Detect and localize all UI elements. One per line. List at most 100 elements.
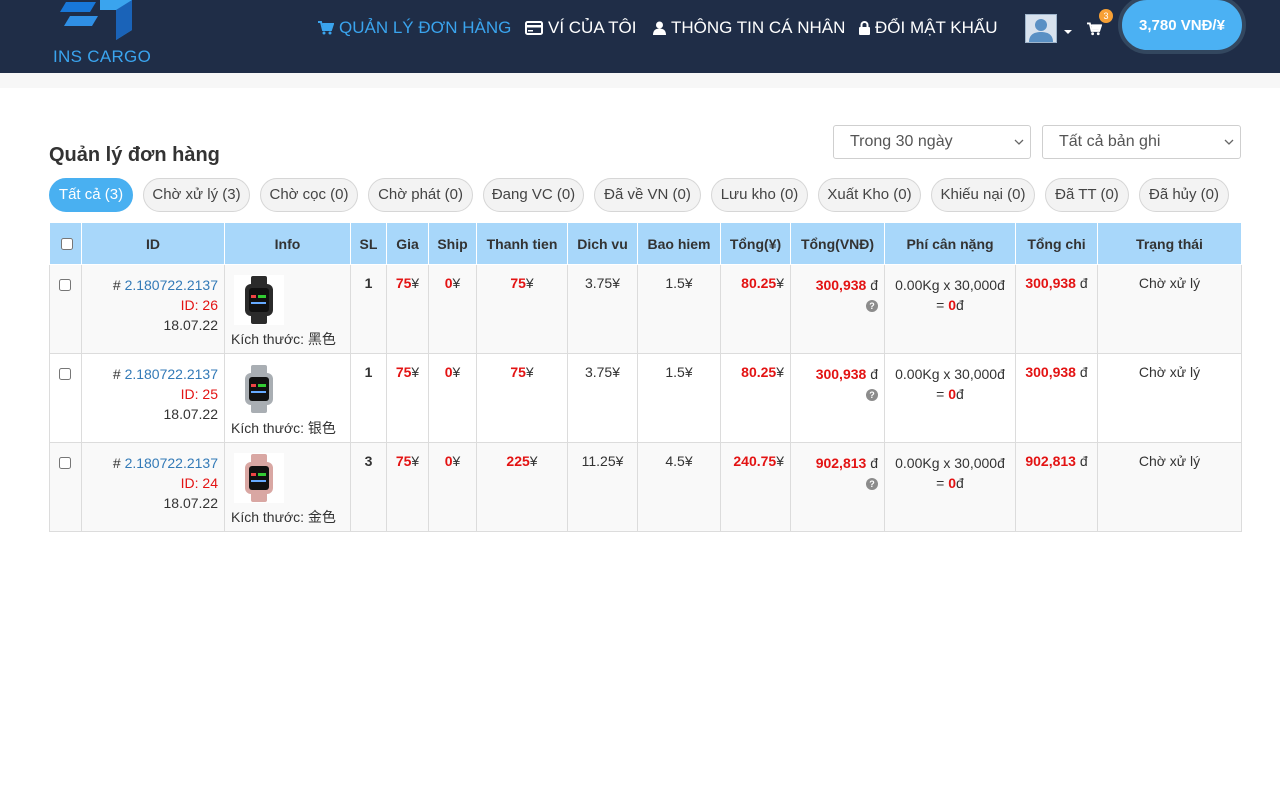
order-date: 18.07.22 [163,495,219,511]
question-circle-icon[interactable]: ? [866,478,878,491]
product-image[interactable] [234,364,284,414]
hash-mark: # [112,455,121,471]
user-avatar-icon [1029,19,1053,42]
price-cell: 75¥ [386,442,429,532]
tab-awaiting-deposit[interactable]: Chờ cọc (0) [260,178,358,212]
nav-profile-label: THÔNG TIN CÁ NHÂN [671,18,846,37]
row-checkbox[interactable] [59,457,71,469]
weight-fee-cell: 0.00Kg x 30,000đ = 0đ [884,442,1016,532]
col-qty: SL [350,222,387,265]
order-code-link[interactable]: 2.180722.2137 [125,366,218,382]
logo[interactable]: INS CARGO [52,0,152,70]
table-row: # 2.180722.2137 ID: 25 18.07.22 Kích thư… [49,353,1242,443]
qty-cell: 1 [350,264,387,354]
weight-equals: = [936,386,945,402]
product-image[interactable] [234,453,284,503]
chevron-down-icon[interactable] [1064,30,1072,34]
tab-cancelled[interactable]: Đã hủy (0) [1139,178,1229,212]
tab-all[interactable]: Tất cả (3) [49,178,133,212]
tab-in-storage[interactable]: Lưu kho (0) [711,178,808,212]
top-navbar: INS CARGO QUẢN LÝ ĐƠN HÀNG VÍ CỦA TÔI TH… [0,0,1280,73]
row-checkbox[interactable] [59,368,71,380]
logo-mark-icon [60,0,132,40]
col-weight-fee: Phí cân nặng [884,222,1016,265]
status-cell: Chờ xử lý [1097,264,1242,354]
insurance-cell: 1.5¥ [637,353,721,443]
insurance-cell: 4.5¥ [637,442,721,532]
order-id-cell: # 2.180722.2137 ID: 24 18.07.22 [81,442,225,532]
chevron-down-icon [1014,139,1024,145]
records-filter-select[interactable]: Tất cả bản ghi [1042,125,1241,159]
tab-paid[interactable]: Đã TT (0) [1045,178,1129,212]
price-value: 75 [395,275,412,291]
header-cart-icon[interactable] [1087,22,1102,36]
nav-profile[interactable]: THÔNG TIN CÁ NHÂN [653,17,845,39]
col-subtotal: Thanh tien [476,222,568,265]
avatar[interactable] [1025,14,1057,43]
total-spend-cell: 300,938 đ [1015,264,1098,354]
select-all-checkbox[interactable] [61,238,73,250]
subtotal-value: 75 [510,275,526,291]
tab-arrived-vn[interactable]: Đã về VN (0) [594,178,701,212]
insurance-cell: 1.5¥ [637,264,721,354]
weight-equals: = [936,297,945,313]
col-total-vnd: Tổng(VNĐ) [790,222,885,265]
item-id: ID: 26 [180,297,218,313]
subtotal-cell: 75¥ [476,353,568,443]
ship-cell: 0¥ [428,264,477,354]
weight-formula: 0.00Kg x 30,000đ [895,366,1005,382]
product-info-cell: Kích thước: 银色 [224,353,351,443]
period-filter-select[interactable]: Trong 30 ngày [833,125,1031,159]
weight-fee-cell: 0.00Kg x 30,000đ = 0đ [884,353,1016,443]
col-ship: Ship [428,222,477,265]
weight-equals: = [936,475,945,491]
subtotal-value: 75 [510,364,526,380]
tab-awaiting-dispatch[interactable]: Chờ phát (0) [368,178,473,212]
balance-button[interactable]: 3,780 VNĐ/¥ [1118,0,1246,54]
total-spend-value: 300,938 [1025,364,1076,380]
order-code-link[interactable]: 2.180722.2137 [125,455,218,471]
price-cell: 75¥ [386,264,429,354]
status-cell: Chờ xử lý [1097,442,1242,532]
credit-card-icon [525,21,543,35]
total-vnd-cell: 300,938 đ ? [790,353,885,443]
tab-complaints[interactable]: Khiếu nại (0) [931,178,1035,212]
weight-fee-cell: 0.00Kg x 30,000đ = 0đ [884,264,1016,354]
product-info-cell: Kích thước: 金色 [224,442,351,532]
item-id: ID: 24 [180,475,218,491]
total-vnd-value: 300,938 [815,277,867,293]
nav-change-password[interactable]: ĐỔI MẬT KHẨU [859,17,997,39]
product-image[interactable] [234,275,284,325]
weight-fee-value: 0 [948,386,957,402]
order-id-cell: # 2.180722.2137 ID: 25 18.07.22 [81,353,225,443]
col-total-cny: Tổng(¥) [720,222,791,265]
price-cell: 75¥ [386,353,429,443]
tab-shipping[interactable]: Đang VC (0) [483,178,584,212]
order-date: 18.07.22 [163,406,219,422]
orders-table: ID Info SL Gia Ship Thanh tien Dich vu B… [49,222,1242,532]
row-checkbox[interactable] [59,279,71,291]
service-cell: 11.25¥ [567,442,638,532]
subtotal-cell: 225¥ [476,442,568,532]
total-cny-value: 80.25 [741,275,777,291]
total-cny-value: 80.25 [741,364,777,380]
nav-order-management[interactable]: QUẢN LÝ ĐƠN HÀNG [318,17,511,39]
tab-pending[interactable]: Chờ xử lý (3) [143,178,250,212]
service-cell: 3.75¥ [567,264,638,354]
question-circle-icon[interactable]: ? [866,389,878,402]
nav-wallet[interactable]: VÍ CỦA TÔI [525,17,637,39]
period-filter-value: Trong 30 ngày [850,133,953,150]
order-code-link[interactable]: 2.180722.2137 [125,277,218,293]
tab-exported[interactable]: Xuất Kho (0) [818,178,921,212]
weight-fee-value: 0 [948,297,957,313]
col-price: Gia [386,222,429,265]
question-circle-icon[interactable]: ? [866,300,878,313]
col-info: Info [224,222,351,265]
hash-mark: # [112,366,121,382]
nav-order-management-label: QUẢN LÝ ĐƠN HÀNG [339,18,512,37]
subtotal-cell: 75¥ [476,264,568,354]
table-header-row: ID Info SL Gia Ship Thanh tien Dich vu B… [49,222,1242,265]
weight-fee-value: 0 [948,475,957,491]
product-variant: Kích thước: 黑色 [231,331,336,347]
total-spend-value: 300,938 [1025,275,1076,291]
